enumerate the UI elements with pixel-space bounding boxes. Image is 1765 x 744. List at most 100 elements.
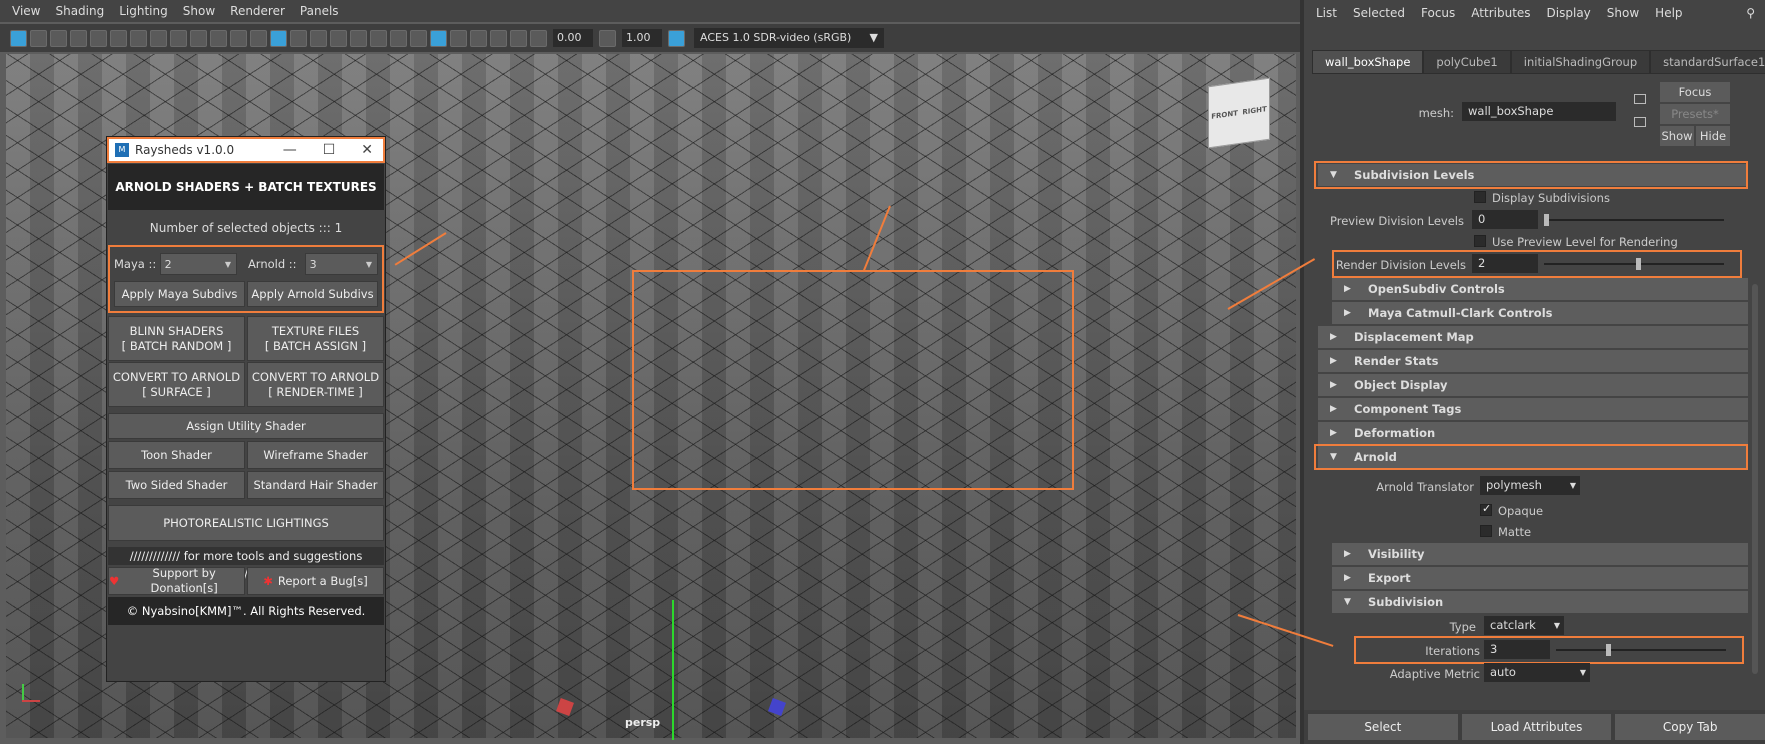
resolution-gate-icon[interactable] (170, 29, 187, 47)
section-visibility[interactable]: Visibility (1332, 543, 1748, 565)
select-camera-icon[interactable] (10, 29, 27, 47)
adaptive-metric-dropdown[interactable]: auto ▼ (1484, 663, 1590, 682)
arnold-subdiv-dropdown[interactable]: 3 (304, 253, 378, 276)
motion-blur-icon[interactable] (390, 29, 407, 47)
textured-icon[interactable] (310, 29, 327, 47)
ae-menu-display[interactable]: Display (1547, 6, 1591, 20)
toon-shader-button[interactable]: Toon Shader (108, 441, 245, 469)
lock-camera-icon[interactable] (30, 29, 47, 47)
standard-hair-shader-button[interactable]: Standard Hair Shader (247, 471, 384, 499)
use-preview-level-checkbox[interactable] (1474, 235, 1486, 247)
safe-action-icon[interactable] (230, 29, 247, 47)
presets-button[interactable]: Presets* (1660, 104, 1730, 124)
ae-menu-list[interactable]: List (1316, 6, 1337, 20)
two-sided-shader-button[interactable]: Two Sided Shader (108, 471, 245, 499)
apply-arnold-subdivs-button[interactable]: Apply Arnold Subdivs (247, 281, 378, 307)
screen-space-ao-icon[interactable] (370, 29, 387, 47)
menu-lighting[interactable]: Lighting (119, 4, 168, 18)
image-plane-icon[interactable] (70, 29, 87, 47)
tab-polycube1[interactable]: polyCube1 (1423, 50, 1511, 74)
bookmark-icon[interactable] (50, 29, 67, 47)
ae-menu-selected[interactable]: Selected (1353, 6, 1405, 20)
select-button[interactable]: Select (1308, 714, 1458, 740)
field-chart-icon[interactable] (210, 29, 227, 47)
wireframe-on-shaded-icon[interactable] (290, 29, 307, 47)
tab-standard-surface1[interactable]: standardSurface1 (1650, 50, 1765, 74)
menu-view[interactable]: View (12, 4, 40, 18)
viewcube[interactable]: FRONT RIGHT (1208, 77, 1270, 149)
ae-menu-show[interactable]: Show (1607, 6, 1639, 20)
ae-menu-attributes[interactable]: Attributes (1471, 6, 1530, 20)
apply-maya-subdivs-button[interactable]: Apply Maya Subdivs (114, 281, 245, 307)
raysheds-title-bar[interactable]: M Raysheds v1.0.0 — ☐ ✕ (107, 137, 385, 163)
gate-mask-icon[interactable] (190, 29, 207, 47)
maximize-icon[interactable]: ☐ (323, 142, 336, 158)
section-catmull-clark-controls[interactable]: Maya Catmull-Clark Controls (1332, 302, 1748, 324)
matte-checkbox[interactable] (1480, 525, 1492, 537)
mesh-name-field[interactable]: wall_boxShape (1462, 102, 1616, 121)
xray-joints-icon[interactable] (490, 29, 507, 47)
isolate-select-icon[interactable] (450, 29, 467, 47)
film-gate-icon[interactable] (150, 29, 167, 47)
exposure-field[interactable]: 0.00 (553, 29, 593, 47)
render-levels-slider[interactable] (1544, 258, 1724, 270)
texture-files-button[interactable]: TEXTURE FILES[ BATCH ASSIGN ] (247, 316, 384, 361)
section-render-stats[interactable]: Render Stats (1318, 350, 1748, 372)
display-subdivisions-checkbox[interactable] (1474, 191, 1486, 203)
donation-button[interactable]: ♥ Support by Donation[s] (108, 566, 245, 595)
menu-show[interactable]: Show (183, 4, 215, 18)
convert-surface-button[interactable]: CONVERT TO ARNOLD[ SURFACE ] (108, 362, 245, 407)
hide-button[interactable]: Hide (1696, 126, 1730, 146)
opaque-checkbox[interactable] (1480, 502, 1492, 516)
xray-icon[interactable] (470, 29, 487, 47)
ae-menu-help[interactable]: Help (1655, 6, 1682, 20)
smooth-shade-icon[interactable] (270, 29, 287, 47)
use-all-lights-icon[interactable] (330, 29, 347, 47)
ae-scrollbar[interactable] (1752, 284, 1758, 674)
ae-menu-focus[interactable]: Focus (1421, 6, 1455, 20)
wireframe-shader-button[interactable]: Wireframe Shader (247, 441, 384, 469)
iterations-slider[interactable] (1556, 644, 1726, 656)
section-subdivision[interactable]: Subdivision (1332, 591, 1748, 613)
shadows-icon[interactable] (350, 29, 367, 47)
assign-utility-shader-button[interactable]: Assign Utility Shader (108, 413, 384, 439)
show-button[interactable]: Show (1660, 126, 1694, 146)
grease-pencil-icon[interactable] (110, 29, 127, 47)
maya-subdiv-dropdown[interactable]: 2 (159, 253, 238, 276)
anti-aliasing-icon[interactable] (410, 29, 427, 47)
subdiv-type-dropdown[interactable]: catclark ▼ (1484, 616, 1564, 635)
color-space-dropdown[interactable]: ACES 1.0 SDR-video (sRGB) ▼ (694, 28, 884, 48)
menu-renderer[interactable]: Renderer (230, 4, 285, 18)
gamma-field[interactable]: 1.00 (622, 29, 662, 47)
copy-tab-button[interactable]: Copy Tab (1615, 714, 1765, 740)
section-component-tags[interactable]: Component Tags (1318, 398, 1748, 420)
tab-wall-boxshape[interactable]: wall_boxShape (1312, 50, 1424, 74)
section-object-display[interactable]: Object Display (1318, 374, 1748, 396)
xray-components-icon[interactable] (510, 29, 527, 47)
depth-of-field-icon[interactable] (430, 29, 447, 47)
focus-button[interactable]: Focus (1660, 82, 1730, 102)
preview-levels-slider[interactable] (1544, 214, 1724, 226)
convert-render-time-button[interactable]: CONVERT TO ARNOLD[ RENDER-TIME ] (247, 362, 384, 407)
blinn-shaders-button[interactable]: BLINN SHADERS[ BATCH RANDOM ] (108, 316, 245, 361)
tab-initial-shading-group[interactable]: initialShadingGroup (1510, 50, 1651, 74)
copy-node-icon[interactable] (1634, 117, 1646, 127)
exposure-icon[interactable] (530, 29, 547, 47)
pin-icon[interactable]: ⚲ (1746, 6, 1755, 20)
gamma-icon[interactable] (599, 29, 616, 47)
menu-shading[interactable]: Shading (55, 4, 104, 18)
render-levels-field[interactable]: 2 (1472, 254, 1538, 273)
load-attributes-button[interactable]: Load Attributes (1461, 714, 1612, 740)
photorealistic-lightings-button[interactable]: PHOTOREALISTIC LIGHTINGS (108, 505, 384, 541)
close-icon[interactable]: ✕ (361, 142, 373, 158)
section-deformation[interactable]: Deformation (1318, 422, 1748, 444)
camera-attributes-icon[interactable] (90, 29, 107, 47)
section-export[interactable]: Export (1332, 567, 1748, 589)
load-node-icon[interactable] (1634, 94, 1646, 104)
section-opensubdiv-controls[interactable]: OpenSubdiv Controls (1332, 278, 1748, 300)
wireframe-icon[interactable] (250, 29, 267, 47)
color-management-icon[interactable] (668, 29, 685, 47)
arnold-translator-dropdown[interactable]: polymesh ▼ (1480, 476, 1580, 495)
minimize-icon[interactable]: — (283, 142, 297, 158)
iterations-field[interactable]: 3 (1484, 640, 1550, 659)
